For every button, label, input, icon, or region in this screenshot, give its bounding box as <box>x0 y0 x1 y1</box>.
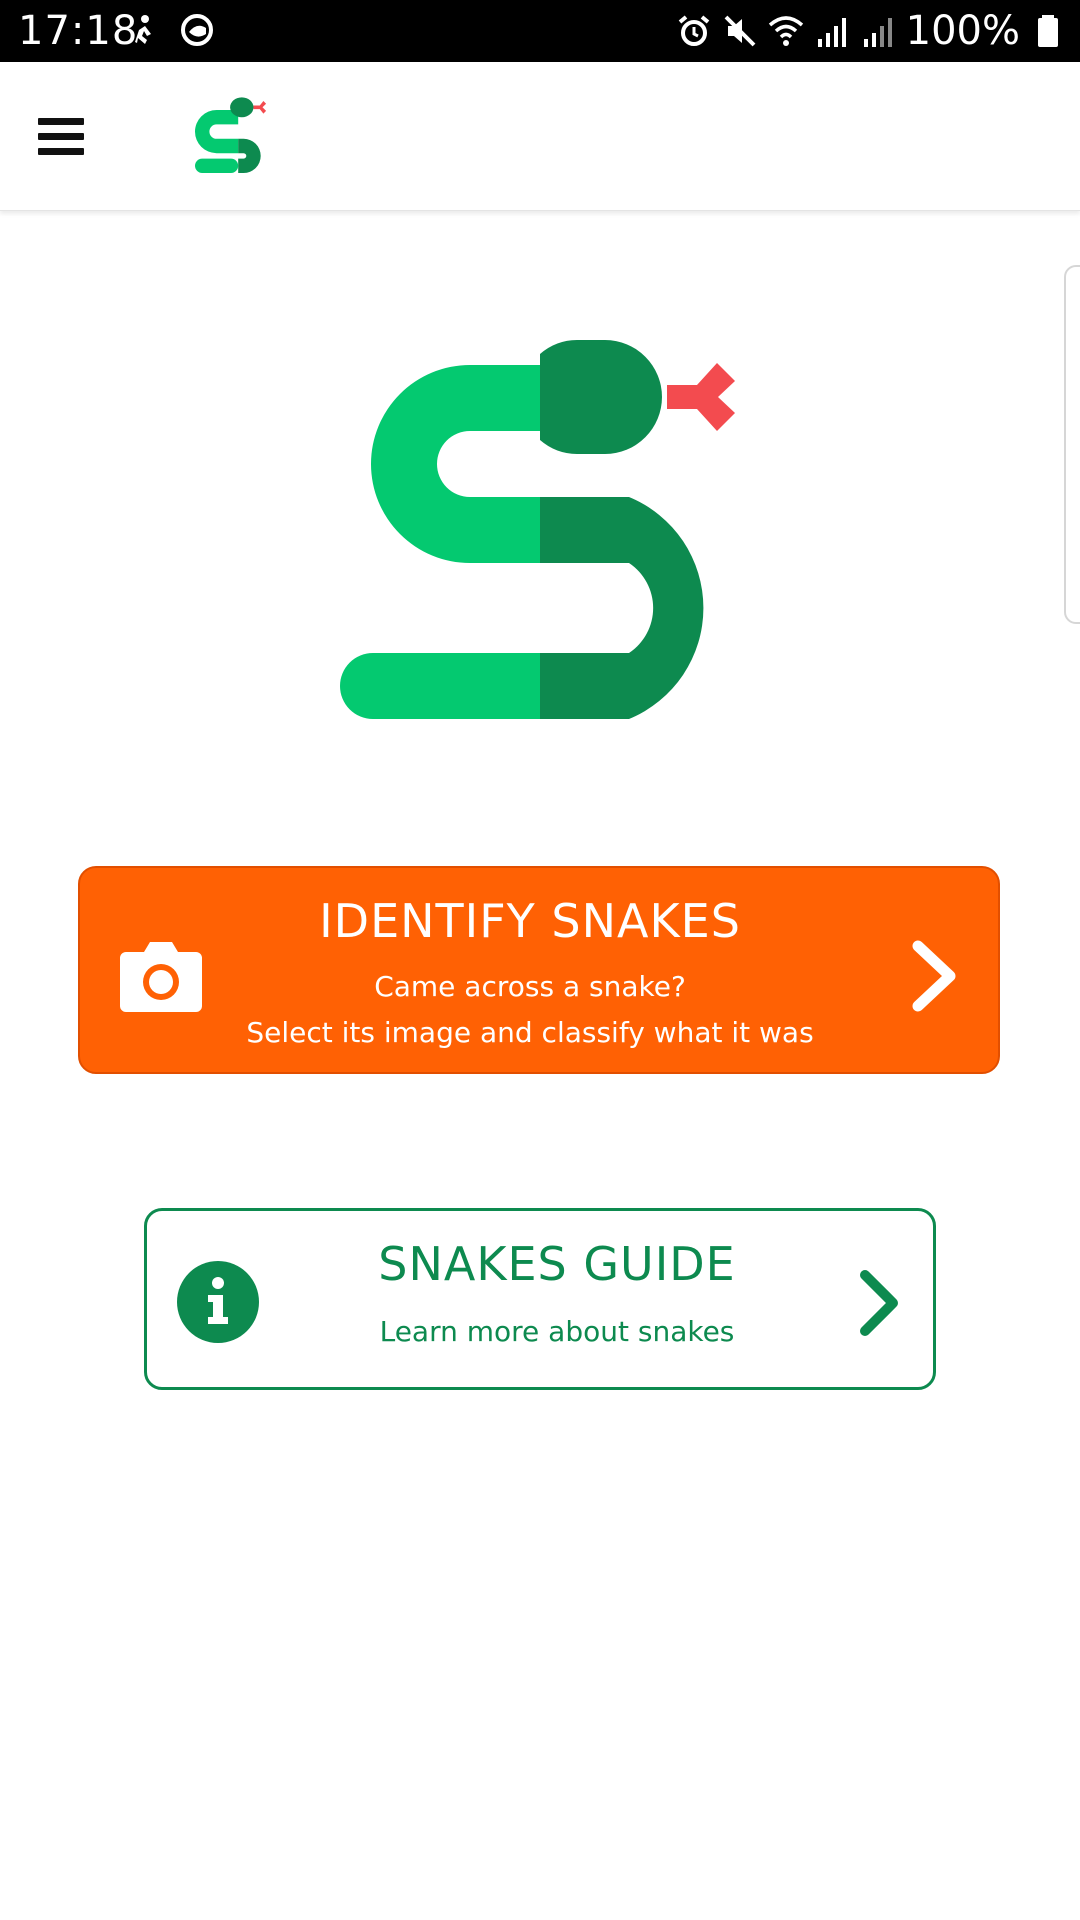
status-left-icons <box>125 12 215 48</box>
hamburger-menu-icon[interactable] <box>22 100 102 172</box>
chevron-right-icon <box>910 938 962 1014</box>
identify-title: IDENTIFY SNAKES <box>319 894 741 948</box>
alarm-icon <box>676 13 712 49</box>
signal-icon <box>814 13 850 49</box>
mute-icon <box>722 13 758 49</box>
status-bar: 17:18 100% <box>0 0 1080 62</box>
identify-subtitle-line1: Came across a snake? <box>374 970 686 1003</box>
identify-snakes-button[interactable]: IDENTIFY SNAKES Came across a snake? Sel… <box>78 866 1000 1074</box>
snake-logo-icon <box>340 335 740 735</box>
signal-icon <box>860 13 896 49</box>
camera-icon <box>118 938 204 1014</box>
side-drawer-handle[interactable] <box>1064 265 1080 624</box>
wifi-icon <box>768 13 804 49</box>
face-scan-icon <box>179 12 215 48</box>
snake-logo-icon <box>186 92 276 182</box>
snakes-guide-button[interactable]: SNAKES GUIDE Learn more about snakes <box>144 1208 936 1390</box>
battery-percent: 100% <box>905 8 1020 54</box>
guide-title: SNAKES GUIDE <box>378 1237 736 1291</box>
identify-subtitle: Came across a snake? Select its image an… <box>210 964 850 1056</box>
identify-subtitle-line2: Select its image and classify what it wa… <box>246 1016 814 1049</box>
person-walking-icon <box>125 12 161 48</box>
status-time: 17:18 <box>18 8 139 54</box>
battery-icon <box>1030 13 1066 49</box>
status-right: 100% <box>676 8 1066 54</box>
chevron-right-icon <box>855 1267 905 1339</box>
app-bar <box>0 62 1080 211</box>
guide-subtitle: Learn more about snakes <box>379 1315 735 1348</box>
info-icon <box>177 1261 259 1343</box>
